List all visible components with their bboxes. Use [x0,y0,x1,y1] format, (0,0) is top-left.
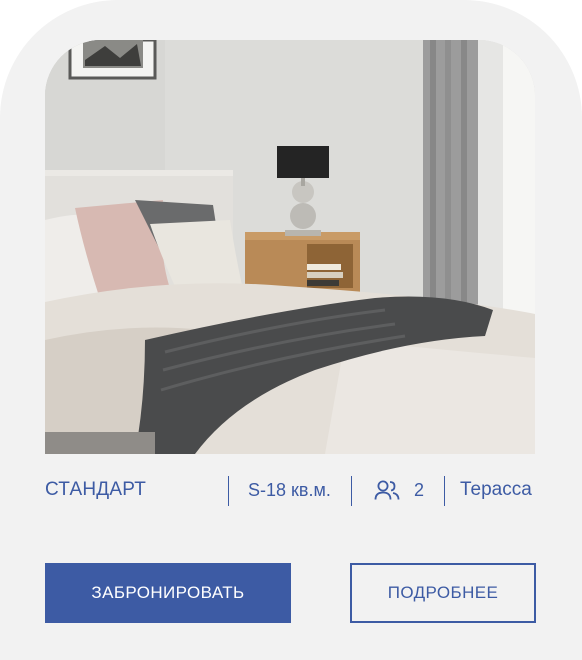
room-area: S-18 кв.м. [248,480,331,500]
details-button[interactable]: ПОДРОБНЕЕ [350,563,536,623]
guests-count: 2 [414,480,425,500]
book-button[interactable]: ЗАБРОНИРОВАТЬ [45,563,291,623]
divider [351,476,352,506]
divider [444,476,445,506]
people-icon [374,479,400,501]
room-type-label: СТАНДАРТ [45,479,147,500]
room-card: СТАНДАРТ S-18 кв.м. 2 Терасса ЗАБРОНИРОВ… [0,0,582,660]
divider [228,476,229,506]
room-info: СТАНДАРТ S-18 кв.м. 2 Терасса [45,472,535,508]
room-feature: Терасса [460,479,532,500]
room-photo [45,40,535,454]
bedroom-image [45,40,535,454]
